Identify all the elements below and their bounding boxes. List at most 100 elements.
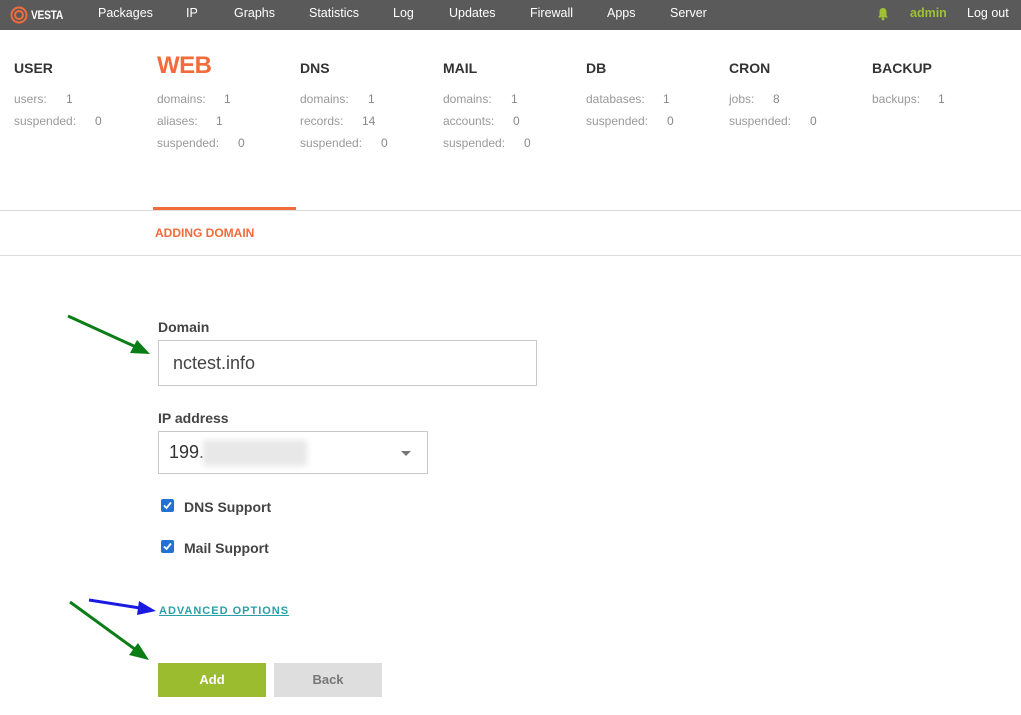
nav-ip[interactable]: IP bbox=[186, 0, 198, 30]
stat-row: domains: 1 bbox=[443, 92, 583, 114]
stat-label: records: bbox=[300, 114, 344, 128]
logo-text: VESTA bbox=[31, 8, 63, 22]
nav-log[interactable]: Log bbox=[393, 0, 414, 30]
stat-row: domains: 1 bbox=[157, 92, 297, 114]
stat-title-user[interactable]: USER bbox=[14, 58, 53, 78]
stat-value: 0 bbox=[513, 114, 520, 128]
stat-label: suspended: bbox=[300, 136, 363, 150]
stat-label: domains: bbox=[157, 92, 206, 106]
stat-title-db[interactable]: DB bbox=[586, 58, 606, 78]
ip-address-value: 199. bbox=[169, 442, 205, 462]
mail-support-checkbox[interactable] bbox=[161, 540, 174, 553]
nav-logout[interactable]: Log out bbox=[967, 0, 1009, 30]
stat-title-web[interactable]: WEB bbox=[157, 52, 212, 80]
stat-db: DB databases: 1 suspended: 0 bbox=[586, 58, 674, 128]
stat-mail: MAIL domains: 1 accounts: 0 suspended: 0 bbox=[443, 58, 531, 150]
checkmark-icon bbox=[163, 542, 172, 551]
stat-row: suspended: 0 bbox=[157, 136, 297, 158]
domain-input[interactable]: nctest.info bbox=[158, 340, 537, 386]
stat-row: users: 1 bbox=[14, 92, 154, 114]
nav-packages[interactable]: Packages bbox=[98, 0, 153, 30]
nav-graphs[interactable]: Graphs bbox=[234, 0, 275, 30]
nav-updates[interactable]: Updates bbox=[449, 0, 496, 30]
stat-row: backups: 1 bbox=[872, 92, 1012, 114]
stat-value: 1 bbox=[938, 92, 945, 106]
checkmark-icon bbox=[163, 501, 172, 510]
add-button[interactable]: Add bbox=[158, 663, 266, 697]
stat-value: 0 bbox=[667, 114, 674, 128]
stat-row: suspended: 0 bbox=[300, 136, 440, 158]
nav-statistics[interactable]: Statistics bbox=[309, 0, 359, 30]
nav-user-admin[interactable]: admin bbox=[910, 0, 947, 30]
stat-value: 1 bbox=[66, 92, 73, 106]
stat-label: domains: bbox=[300, 92, 349, 106]
back-button[interactable]: Back bbox=[274, 663, 382, 697]
stat-cron: CRON jobs: 8 suspended: 0 bbox=[729, 58, 817, 128]
stat-row: aliases: 1 bbox=[157, 114, 297, 136]
stat-value: 8 bbox=[773, 92, 780, 106]
stat-label: backups: bbox=[872, 92, 921, 106]
stat-value: 1 bbox=[368, 92, 375, 106]
green-arrow-add-icon bbox=[69, 600, 149, 660]
divider bbox=[0, 210, 1021, 211]
stat-value: 1 bbox=[663, 92, 670, 106]
stat-label: suspended: bbox=[157, 136, 220, 150]
stat-value: 14 bbox=[362, 114, 376, 128]
nav-server[interactable]: Server bbox=[670, 0, 707, 30]
stat-row: suspended: 0 bbox=[14, 114, 154, 136]
green-arrow-domain-icon bbox=[67, 314, 150, 354]
stat-title-mail[interactable]: MAIL bbox=[443, 58, 477, 78]
stat-row: domains: 1 bbox=[300, 92, 440, 114]
tab-adding-domain: ADDING DOMAIN bbox=[155, 226, 255, 240]
top-navigation-bar: VESTA Packages IP Graphs Statistics Log … bbox=[0, 0, 1021, 30]
vesta-logo[interactable]: VESTA bbox=[10, 4, 69, 26]
stat-label: accounts: bbox=[443, 114, 495, 128]
stat-label: users: bbox=[14, 92, 47, 106]
divider bbox=[0, 255, 1021, 256]
stat-label: jobs: bbox=[729, 92, 755, 106]
stat-row: suspended: 0 bbox=[729, 114, 869, 136]
stat-dns: DNS domains: 1 records: 14 suspended: 0 bbox=[300, 58, 388, 150]
advanced-options-link[interactable]: ADVANCED OPTIONS bbox=[159, 605, 289, 617]
mail-support-label[interactable]: Mail Support bbox=[184, 540, 269, 556]
stat-title-dns[interactable]: DNS bbox=[300, 58, 330, 78]
stat-label: suspended: bbox=[443, 136, 506, 150]
dns-support-checkbox[interactable] bbox=[161, 499, 174, 512]
stat-value: 0 bbox=[381, 136, 388, 150]
stat-row: accounts: 0 bbox=[443, 114, 583, 136]
stat-row: databases: 1 bbox=[586, 92, 726, 114]
redacted-ip-blur bbox=[203, 440, 307, 466]
chevron-down-icon bbox=[401, 451, 411, 456]
stat-backup: BACKUP backups: 1 bbox=[872, 58, 945, 106]
nav-firewall[interactable]: Firewall bbox=[530, 0, 573, 30]
nav-apps[interactable]: Apps bbox=[607, 0, 636, 30]
stat-user: USER users: 1 suspended: 0 bbox=[14, 58, 102, 128]
stat-row: records: 14 bbox=[300, 114, 440, 136]
stat-title-cron[interactable]: CRON bbox=[729, 58, 770, 78]
stat-value: 0 bbox=[524, 136, 531, 150]
stat-value: 1 bbox=[224, 92, 231, 106]
stat-row: suspended: 0 bbox=[443, 136, 583, 158]
stat-label: domains: bbox=[443, 92, 492, 106]
stat-label: suspended: bbox=[14, 114, 77, 128]
active-tab-indicator bbox=[153, 207, 296, 210]
stat-label: suspended: bbox=[586, 114, 649, 128]
vesta-logo-icon bbox=[10, 6, 28, 24]
stat-value: 1 bbox=[216, 114, 223, 128]
stat-value: 1 bbox=[511, 92, 518, 106]
blue-arrow-advanced-icon bbox=[88, 598, 156, 615]
ip-address-label: IP address bbox=[158, 410, 229, 426]
domain-label: Domain bbox=[158, 319, 210, 335]
ip-address-select[interactable]: 199. bbox=[158, 431, 428, 474]
stat-value: 0 bbox=[810, 114, 817, 128]
stat-value: 0 bbox=[238, 136, 245, 150]
stat-row: suspended: 0 bbox=[586, 114, 726, 136]
stat-label: aliases: bbox=[157, 114, 198, 128]
stat-label: suspended: bbox=[729, 114, 792, 128]
dns-support-label[interactable]: DNS Support bbox=[184, 499, 271, 515]
stat-value: 0 bbox=[95, 114, 102, 128]
stat-row: jobs: 8 bbox=[729, 92, 869, 114]
stat-web: WEB domains: 1 aliases: 1 suspended: 0 bbox=[157, 52, 245, 150]
notification-bell-icon[interactable] bbox=[877, 7, 889, 21]
stat-title-backup[interactable]: BACKUP bbox=[872, 58, 932, 78]
